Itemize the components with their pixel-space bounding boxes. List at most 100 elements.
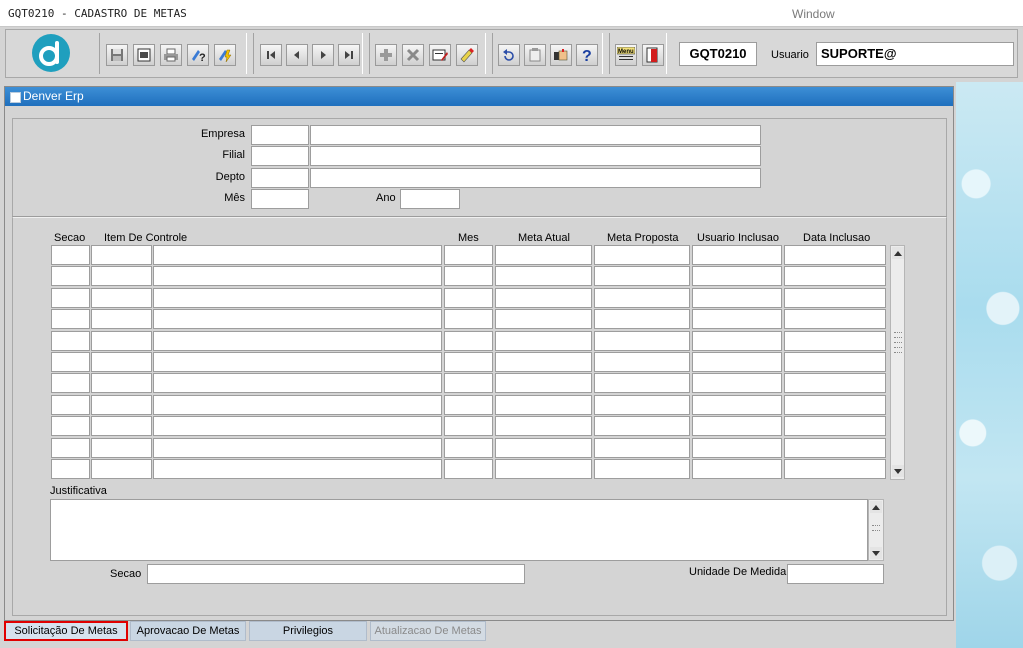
execute-query-button[interactable]	[214, 44, 236, 66]
item-controle-cell[interactable]	[153, 245, 442, 265]
data-inclusao-cell[interactable]	[784, 373, 886, 394]
justificativa-scrollbar[interactable]	[868, 499, 884, 561]
item-controle-cell[interactable]	[153, 416, 442, 437]
meta-atual-cell[interactable]	[495, 266, 592, 287]
usuario-inclusao-cell[interactable]	[692, 459, 782, 479]
empresa-code-field[interactable]	[251, 125, 309, 145]
justificativa-textarea[interactable]	[50, 499, 868, 561]
secao-field[interactable]	[147, 564, 525, 584]
data-inclusao-cell[interactable]	[784, 309, 886, 330]
meta-proposta-cell[interactable]	[594, 287, 690, 308]
meta-proposta-cell[interactable]	[594, 459, 690, 479]
filial-code-field[interactable]	[251, 146, 309, 166]
undo-button[interactable]	[498, 44, 520, 66]
meta-proposta-cell[interactable]	[594, 266, 690, 287]
depto-code-field[interactable]	[251, 168, 309, 188]
meta-atual-cell[interactable]	[495, 352, 592, 372]
secao-cell[interactable]	[51, 330, 90, 351]
scroll-up-arrow-icon[interactable]	[870, 501, 882, 513]
mes-cell[interactable]	[444, 373, 493, 394]
usuario-inclusao-cell[interactable]	[692, 394, 782, 415]
item-code-cell[interactable]	[91, 394, 152, 415]
data-inclusao-cell[interactable]	[784, 287, 886, 308]
print-button[interactable]	[160, 44, 182, 66]
mes-field[interactable]	[251, 189, 309, 209]
secao-cell[interactable]	[51, 287, 90, 308]
usuario-inclusao-cell[interactable]	[692, 352, 782, 372]
secao-cell[interactable]	[51, 416, 90, 437]
item-controle-cell[interactable]	[153, 352, 442, 372]
secao-cell[interactable]	[51, 266, 90, 287]
tab-atualizacao-metas[interactable]: Atualizacao De Metas	[370, 621, 486, 641]
secao-cell[interactable]	[51, 352, 90, 372]
grid-scrollbar[interactable]	[890, 245, 905, 480]
usuario-inclusao-cell[interactable]	[692, 373, 782, 394]
query-help-button[interactable]: ?	[187, 44, 209, 66]
last-record-button[interactable]	[338, 44, 360, 66]
data-inclusao-cell[interactable]	[784, 245, 886, 265]
save-button[interactable]	[106, 44, 128, 66]
meta-proposta-cell[interactable]	[594, 373, 690, 394]
data-inclusao-cell[interactable]	[784, 394, 886, 415]
data-inclusao-cell[interactable]	[784, 416, 886, 437]
mes-cell[interactable]	[444, 459, 493, 479]
item-code-cell[interactable]	[91, 309, 152, 330]
meta-atual-cell[interactable]	[495, 394, 592, 415]
item-controle-cell[interactable]	[153, 437, 442, 458]
meta-proposta-cell[interactable]	[594, 245, 690, 265]
secao-cell[interactable]	[51, 309, 90, 330]
item-controle-cell[interactable]	[153, 459, 442, 479]
previous-record-button[interactable]	[286, 44, 308, 66]
insert-record-button[interactable]	[375, 44, 397, 66]
clear-record-button[interactable]	[456, 44, 478, 66]
usuario-inclusao-cell[interactable]	[692, 245, 782, 265]
item-code-cell[interactable]	[91, 330, 152, 351]
usuario-inclusao-cell[interactable]	[692, 287, 782, 308]
data-inclusao-cell[interactable]	[784, 266, 886, 287]
item-code-cell[interactable]	[91, 437, 152, 458]
edit-record-button[interactable]	[429, 44, 451, 66]
meta-atual-cell[interactable]	[495, 309, 592, 330]
data-inclusao-cell[interactable]	[784, 437, 886, 458]
mes-cell[interactable]	[444, 266, 493, 287]
mes-cell[interactable]	[444, 394, 493, 415]
item-controle-cell[interactable]	[153, 309, 442, 330]
first-record-button[interactable]	[260, 44, 282, 66]
item-controle-cell[interactable]	[153, 330, 442, 351]
usuario-inclusao-cell[interactable]	[692, 437, 782, 458]
item-controle-cell[interactable]	[153, 373, 442, 394]
depto-name-field[interactable]	[310, 168, 761, 188]
scroll-down-arrow-icon[interactable]	[892, 465, 904, 477]
item-code-cell[interactable]	[91, 416, 152, 437]
meta-proposta-cell[interactable]	[594, 437, 690, 458]
meta-proposta-cell[interactable]	[594, 330, 690, 351]
item-controle-cell[interactable]	[153, 394, 442, 415]
mes-cell[interactable]	[444, 245, 493, 265]
unidade-medida-field[interactable]	[787, 564, 884, 584]
exit-button[interactable]	[642, 44, 664, 66]
meta-atual-cell[interactable]	[495, 287, 592, 308]
item-code-cell[interactable]	[91, 245, 152, 265]
item-controle-cell[interactable]	[153, 266, 442, 287]
usuario-inclusao-cell[interactable]	[692, 416, 782, 437]
delete-record-button[interactable]	[402, 44, 424, 66]
menu-button[interactable]: Menu	[615, 44, 637, 66]
meta-proposta-cell[interactable]	[594, 352, 690, 372]
secao-cell[interactable]	[51, 437, 90, 458]
meta-proposta-cell[interactable]	[594, 416, 690, 437]
clipboard-button[interactable]	[524, 44, 546, 66]
usuario-inclusao-cell[interactable]	[692, 309, 782, 330]
user-field[interactable]: SUPORTE@	[816, 42, 1014, 66]
item-code-cell[interactable]	[91, 287, 152, 308]
tab-aprovacao-metas[interactable]: Aprovacao De Metas	[130, 621, 246, 641]
window-button[interactable]	[133, 44, 155, 66]
meta-proposta-cell[interactable]	[594, 309, 690, 330]
next-record-button[interactable]	[312, 44, 334, 66]
meta-proposta-cell[interactable]	[594, 394, 690, 415]
secao-cell[interactable]	[51, 245, 90, 265]
usuario-inclusao-cell[interactable]	[692, 330, 782, 351]
ano-field[interactable]	[400, 189, 460, 209]
hand-button[interactable]	[550, 44, 572, 66]
item-controle-cell[interactable]	[153, 287, 442, 308]
meta-atual-cell[interactable]	[495, 330, 592, 351]
